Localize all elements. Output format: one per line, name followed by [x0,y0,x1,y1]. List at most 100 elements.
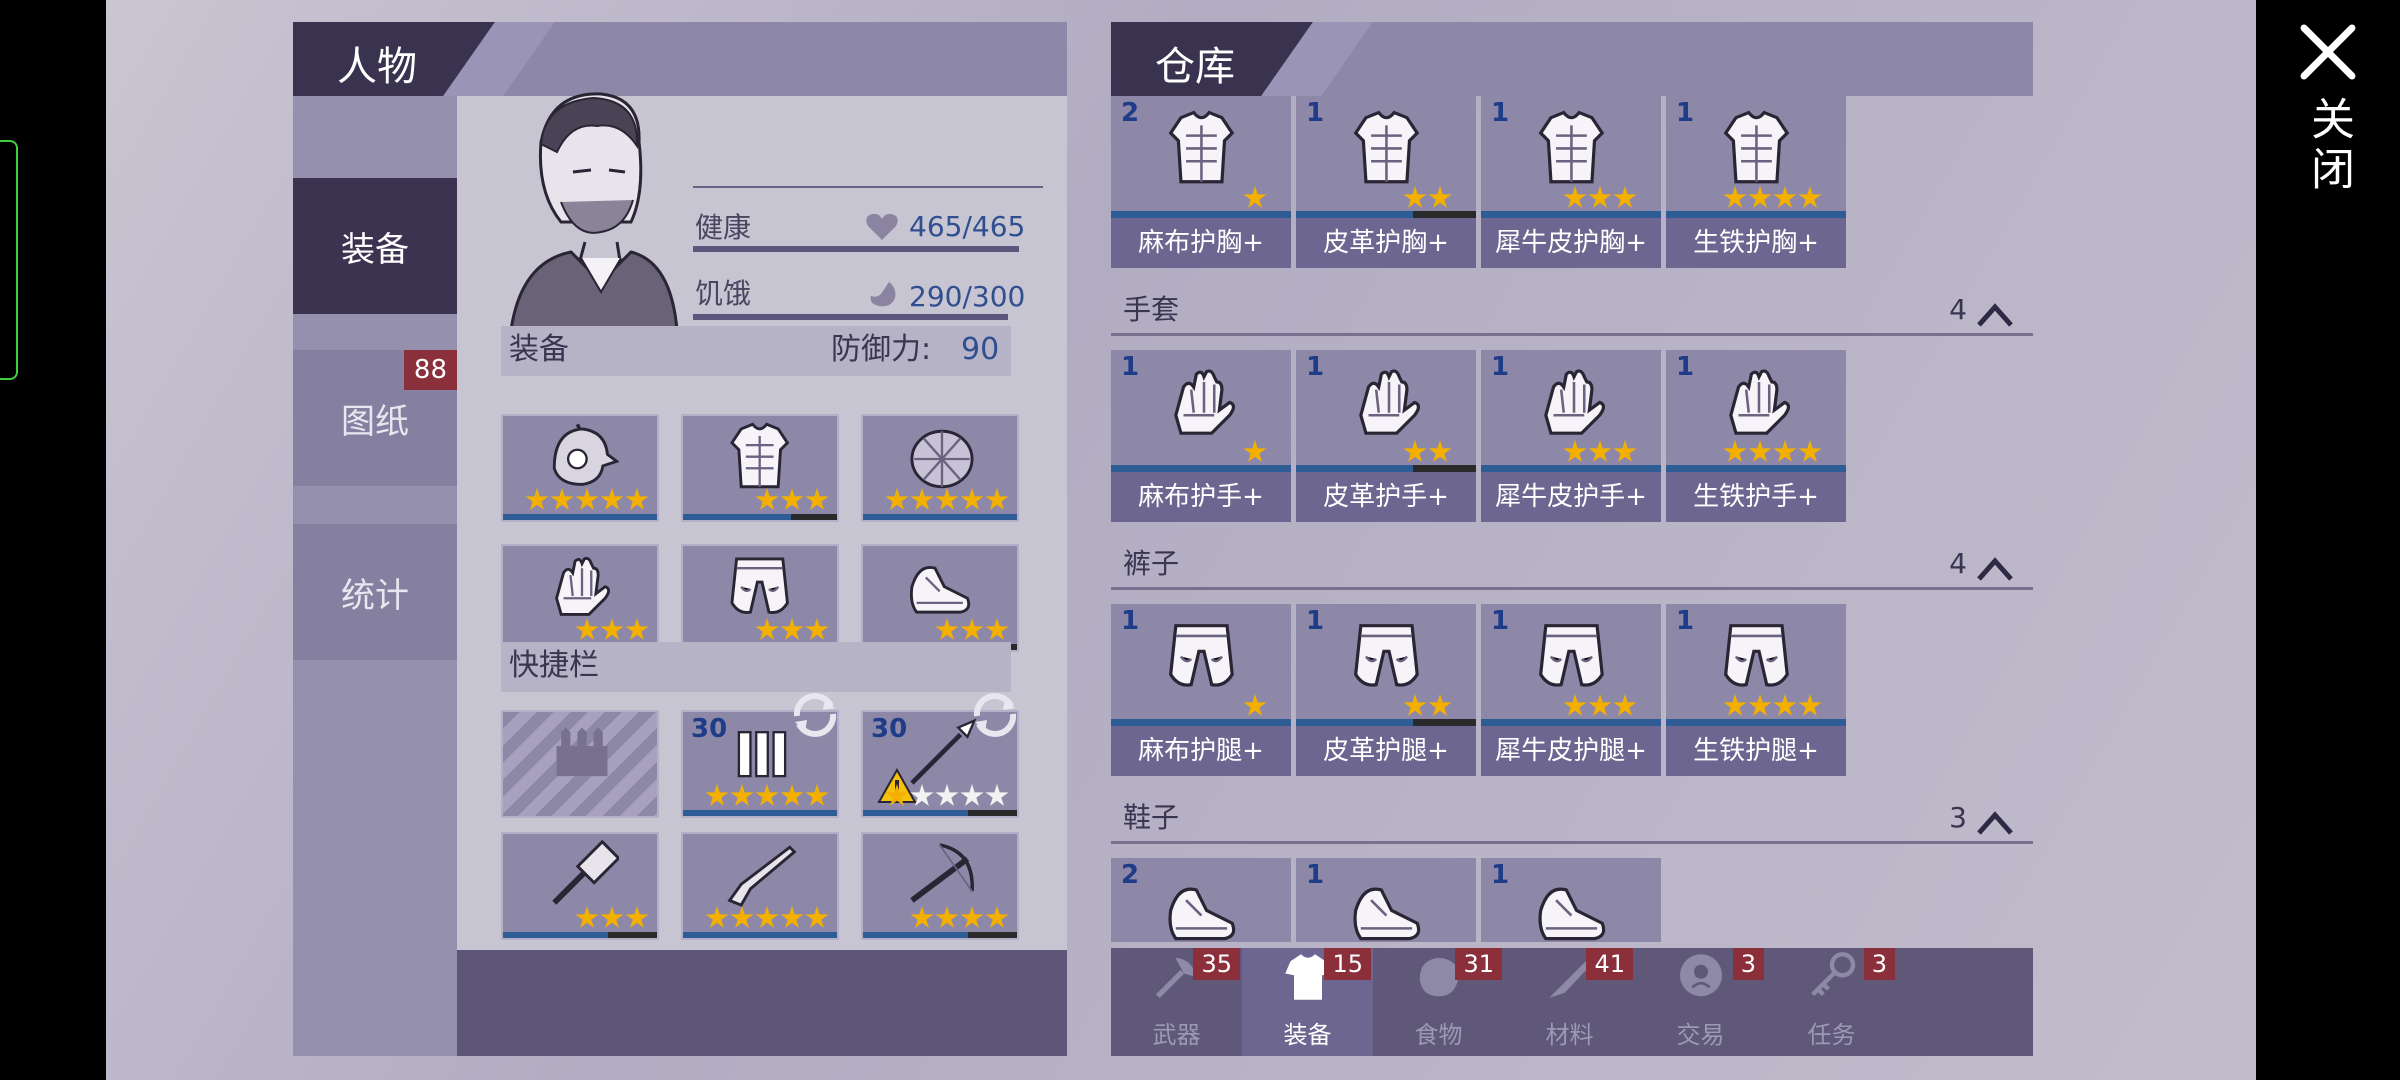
category-divider [1111,587,2033,590]
star-icon [755,618,779,640]
star-icon [885,488,909,510]
gloves-icon [1348,364,1430,450]
quick-slot-stars [705,906,829,930]
item-stars [1243,694,1267,718]
durability-bar [503,514,657,520]
inventory-item[interactable]: 1 生铁护手+ [1666,350,1846,522]
equipment-slot[interactable] [861,544,1019,652]
item-quantity: 1 [1121,606,1140,636]
shotgun-icon [725,838,799,916]
warehouse-list[interactable]: 2 麻布护胸+ 1 皮革护胸+ 1 犀牛皮护胸+ 1 生铁护胸+ 手套 4 1 麻布护手+ 1 皮革护手+… [1111,96,2033,942]
star-icon [1588,694,1612,716]
chevron-up-icon[interactable] [1975,802,2015,835]
category-header[interactable]: 手套 4 [1111,284,2033,336]
durability-bar [1666,719,1846,726]
health-value: 465/465 [909,210,1026,243]
inventory-item[interactable]: 1 皮革护腿+ [1296,604,1476,776]
category-label: 鞋子 [1123,801,1180,834]
tab-key[interactable]: 3 任务 [1766,948,1897,1056]
hammer-icon [545,838,621,916]
inventory-item[interactable]: 1 犀牛皮护胸+ [1481,96,1661,268]
item-quantity: 1 [1676,352,1695,382]
pants-icon [1533,618,1615,704]
quick-slot-quantity: 30 [691,714,728,744]
hunger-label: 饥饿 [695,277,752,310]
star-icon [1748,440,1772,462]
defense-label: 防御力: [831,332,932,367]
quick-slot[interactable] [501,710,659,818]
quick-slot[interactable]: 30 [861,693,1019,818]
star-icon [960,906,984,928]
tab-food[interactable]: 31 食物 [1373,948,1504,1056]
equipment-stars [755,488,829,512]
equipment-slot[interactable] [501,544,659,652]
nav-blueprints[interactable]: 图纸 88 [293,350,457,486]
equipment-slot[interactable] [681,544,839,652]
nav-equipment[interactable]: 装备 [293,178,457,314]
inventory-item[interactable]: 1 皮革护胸+ [1296,96,1476,268]
star-icon [1403,694,1427,716]
item-stars [1563,440,1637,464]
star-icon [910,784,934,806]
inventory-item[interactable]: 1 [1481,858,1661,942]
equipment-stars [575,618,649,642]
tab-label: 交易 [1676,1021,1725,1049]
inventory-item[interactable]: 1 皮革护手+ [1296,350,1476,522]
stats-divider [693,186,1043,188]
star-icon [1403,440,1427,462]
nav-stats[interactable]: 统计 [293,524,457,660]
category-header[interactable]: 裤子 4 [1111,538,2033,590]
character-portrait [509,92,679,330]
chevron-up-icon[interactable] [1975,548,2015,581]
star-icon [625,906,649,928]
equipment-slot[interactable] [681,414,839,522]
quick-slot[interactable] [501,832,659,940]
inventory-item[interactable]: 2 麻布护胸+ [1111,96,1291,268]
tab-badge: 3 [1732,948,1764,980]
star-icon [755,906,779,928]
star-icon [805,618,829,640]
star-icon [780,906,804,928]
close-icon[interactable] [2298,22,2358,82]
item-quantity: 1 [1676,98,1695,128]
inventory-item[interactable]: 1 犀牛皮护腿+ [1481,604,1661,776]
quick-slot[interactable]: 30 [681,693,839,818]
item-quantity: 1 [1306,606,1325,636]
tab-axe[interactable]: 35 武器 [1111,948,1242,1056]
equipment-slot[interactable] [501,414,659,522]
star-icon [1243,440,1267,462]
inventory-item[interactable]: 1 麻布护腿+ [1111,604,1291,776]
inventory-item[interactable]: 1 生铁护腿+ [1666,604,1846,776]
close-label[interactable]: 关闭 [2296,96,2360,196]
equipment-slot[interactable] [861,414,1019,522]
star-icon [935,906,959,928]
category-header[interactable]: 鞋子 3 [1111,792,2033,844]
inventory-item[interactable]: 2 [1111,858,1291,942]
durability-bar [1481,211,1661,218]
inventory-item[interactable]: 1 犀牛皮护手+ [1481,350,1661,522]
tab-coin[interactable]: 3 交易 [1635,948,1766,1056]
star-icon [1748,186,1772,208]
chevron-up-icon[interactable] [1975,294,2015,327]
item-label: 皮革护胸+ [1296,218,1476,268]
inventory-item[interactable]: 1 麻布护手+ [1111,350,1291,522]
swap-icon[interactable] [785,688,845,746]
pants-icon [1348,618,1430,704]
star-icon [780,784,804,806]
equipment-stars [525,488,649,512]
swap-icon[interactable] [965,688,1025,746]
tab-shirt[interactable]: 15 装备 [1242,948,1373,1056]
durability-empty [1413,719,1476,726]
equipment-stars [755,618,829,642]
item-label: 麻布护腿+ [1111,726,1291,776]
star-icon [1428,694,1452,716]
star-icon [885,784,909,806]
star-icon [935,618,959,640]
inventory-item[interactable]: 1 [1296,858,1476,942]
tab-material[interactable]: 41 材料 [1504,948,1635,1056]
category-count: 3 [1949,801,1967,834]
chest-armor-icon [1163,110,1245,196]
quick-slot[interactable] [861,832,1019,940]
inventory-item[interactable]: 1 生铁护胸+ [1666,96,1846,268]
quick-slot[interactable] [681,832,839,940]
